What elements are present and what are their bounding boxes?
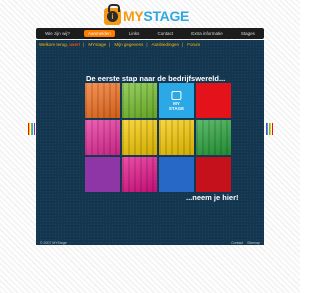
left-color-stripes — [28, 123, 35, 135]
logo-text: MYSTAGE — [123, 8, 189, 24]
hero-cta[interactable]: ...neem je hier! — [186, 193, 239, 202]
welcome-text: Welkom terug, — [39, 42, 68, 47]
footer-link-sitemap[interactable]: Sitemap — [247, 241, 260, 245]
footer-links: Contact Sitemap — [231, 241, 260, 245]
tile-logo: MY STAGE — [168, 90, 185, 111]
logo-text-my: MY — [123, 8, 144, 24]
footer: © 2007 MYStage Contact Sitemap — [36, 240, 264, 245]
sub-link-forum[interactable]: Forum — [187, 42, 200, 47]
hero-tile — [85, 83, 120, 118]
right-color-stripes — [266, 123, 273, 135]
sub-link-mystage[interactable]: MYstage — [88, 42, 106, 47]
main-nav: Wie zijn wij? Aanmelden Links Contact Ex… — [36, 28, 264, 39]
logo[interactable]: i MYSTAGE — [104, 3, 189, 26]
hero-tile — [122, 120, 157, 155]
shopping-bag-icon — [171, 90, 182, 100]
hero-tile — [159, 120, 194, 155]
separator: | — [83, 42, 85, 47]
welcome-user-name: user! — [69, 42, 81, 47]
nav-contact[interactable]: Contact — [154, 30, 178, 37]
shopping-bag-icon: i — [104, 3, 121, 25]
hero-tile — [196, 120, 231, 155]
nav-links[interactable]: Links — [125, 30, 144, 37]
hero-tile — [159, 157, 194, 192]
hero-tile — [122, 157, 157, 192]
separator: | — [109, 42, 111, 47]
hero-tile — [122, 83, 157, 118]
hero-tile-grid[interactable]: MY STAGE — [85, 83, 232, 192]
nav-stages[interactable]: Stages — [237, 30, 259, 37]
sub-link-aanbiedingen[interactable]: Aanbiedingen — [152, 42, 180, 47]
hero-tile — [85, 120, 120, 155]
separator: | — [182, 42, 184, 47]
footer-link-contact[interactable]: Contact — [231, 241, 243, 245]
hero-tagline: De eerste stap naar de bedrijfswereld... — [86, 74, 226, 83]
hero-tile — [196, 83, 231, 118]
logo-glyph: i — [107, 10, 118, 22]
nav-wie-zijn-wij[interactable]: Wie zijn wij? — [41, 30, 74, 37]
separator: | — [146, 42, 148, 47]
hero-tile — [196, 157, 231, 192]
user-sub-bar: Welkom terug, user! | MYstage | Mijn geg… — [36, 40, 264, 49]
sub-link-mijn-gegevens[interactable]: Mijn gegevens — [114, 42, 143, 47]
footer-copyright: © 2007 MYStage — [40, 240, 67, 245]
logo-text-stage: STAGE — [143, 8, 190, 24]
tile-logo-text-stage: STAGE — [168, 105, 185, 111]
hero-tile — [85, 157, 120, 192]
nav-aanmelden[interactable]: Aanmelden — [83, 30, 115, 37]
hero-tile: MY STAGE — [159, 83, 194, 118]
nav-extra-informatie[interactable]: Extra informatie — [187, 30, 227, 37]
